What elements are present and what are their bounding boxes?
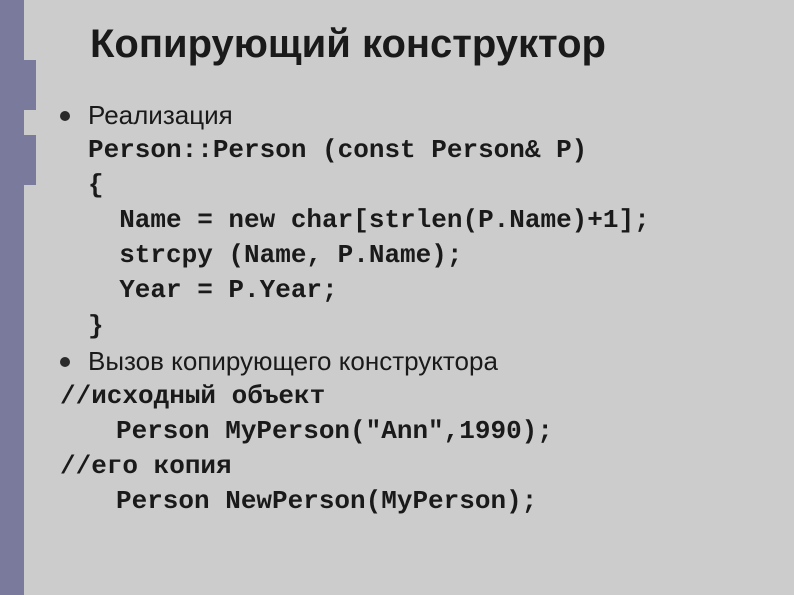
code-comment: //его копия xyxy=(60,449,774,484)
bullet-text: Вызов копирующего конструктора xyxy=(88,344,498,379)
bullet-item: Реализация xyxy=(60,98,774,133)
slide: Копирующий конструктор Реализация Person… xyxy=(0,0,794,595)
code-line: Name = new char[strlen(P.Name)+1]; xyxy=(88,205,650,235)
code-line: } xyxy=(88,311,104,341)
sidebar-decoration xyxy=(0,0,24,595)
code-line: Person MyPerson("Ann",1990); xyxy=(116,414,774,449)
code-block: Person::Person (const Person& P) { Name … xyxy=(88,133,774,344)
sidebar-notch xyxy=(24,60,36,110)
sidebar-notch xyxy=(24,135,36,185)
bullet-icon xyxy=(60,357,70,367)
code-line: Year = P.Year; xyxy=(88,275,338,305)
bullet-icon xyxy=(60,111,70,121)
code-line: Person NewPerson(MyPerson); xyxy=(116,484,774,519)
code-line: strcpy (Name, P.Name); xyxy=(88,240,462,270)
slide-title: Копирующий конструктор xyxy=(90,22,606,67)
code-line: { xyxy=(88,170,104,200)
bullet-item: Вызов копирующего конструктора xyxy=(60,344,774,379)
code-comment: //исходный объект xyxy=(60,379,774,414)
bullet-text: Реализация xyxy=(88,98,233,133)
slide-content: Реализация Person::Person (const Person&… xyxy=(60,98,774,519)
code-line: Person::Person (const Person& P) xyxy=(88,135,587,165)
